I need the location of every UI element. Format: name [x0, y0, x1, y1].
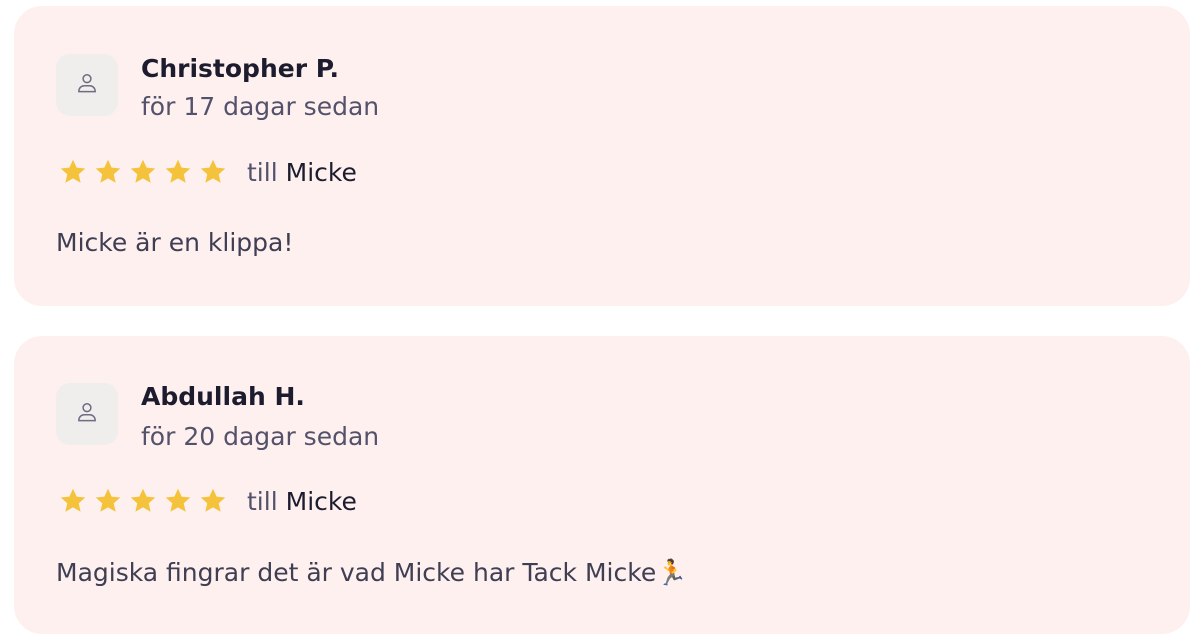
star-icon — [58, 486, 88, 516]
star-icon — [128, 486, 158, 516]
star-rating — [58, 486, 233, 516]
star-icon — [128, 157, 158, 187]
star-icon — [198, 157, 228, 187]
review-date: för 20 dagar sedan — [141, 422, 380, 451]
till-label: till — [247, 486, 278, 516]
user-icon — [74, 399, 100, 429]
star-icon — [93, 157, 123, 187]
review-text: Micke är en klippa! — [56, 228, 294, 257]
rating-row: till Micke — [58, 483, 357, 519]
star-icon — [198, 486, 228, 516]
rating-row: till Micke — [58, 154, 357, 190]
user-icon — [74, 70, 100, 100]
recipient-name[interactable]: Micke — [286, 487, 357, 516]
star-rating — [58, 157, 233, 187]
star-icon — [163, 157, 193, 187]
avatar — [56, 383, 118, 445]
star-icon — [58, 157, 88, 187]
reviewer-name: Abdullah H. — [141, 382, 305, 411]
star-icon — [163, 486, 193, 516]
till-label: till — [247, 157, 278, 187]
review-date: för 17 dagar sedan — [141, 92, 380, 121]
reviewer-name: Christopher P. — [141, 54, 339, 83]
review-card: Abdullah H. för 20 dagar sedan till Mick… — [14, 336, 1190, 634]
recipient-name[interactable]: Micke — [286, 158, 357, 187]
review-text: Magiska fingrar det är vad Micke har Tac… — [56, 558, 688, 587]
star-icon — [93, 486, 123, 516]
avatar — [56, 54, 118, 116]
review-card: Christopher P. för 17 dagar sedan till M… — [14, 6, 1190, 306]
